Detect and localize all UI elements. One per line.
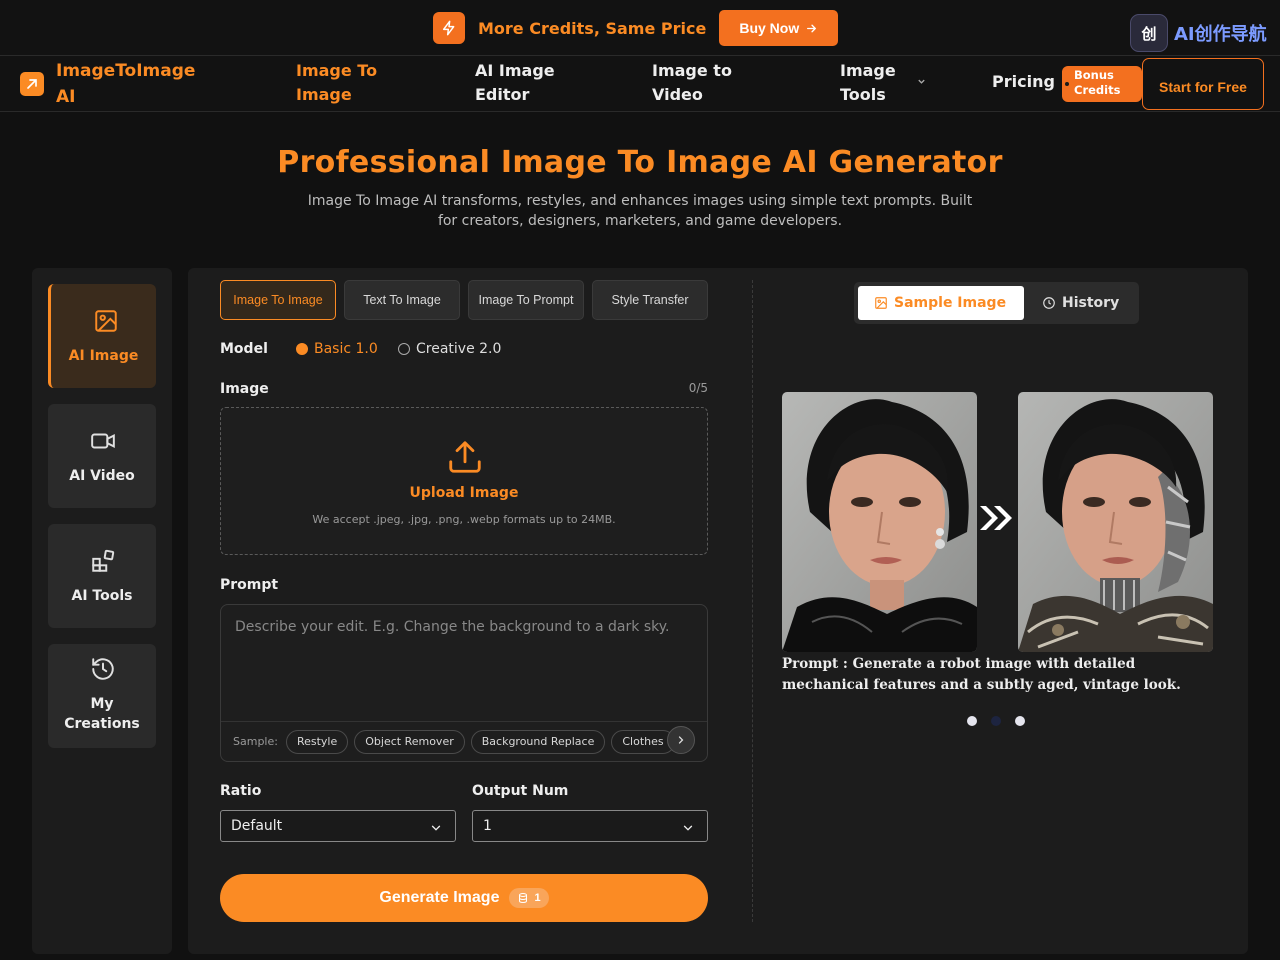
double-chevron-right-icon bbox=[980, 506, 1012, 530]
samples-next-button[interactable] bbox=[667, 726, 695, 754]
partner-logo[interactable]: 创 AI创作导航 bbox=[1130, 14, 1267, 52]
radio-selected-icon bbox=[296, 343, 308, 355]
nav-image-to-image[interactable]: Image To Image bbox=[296, 59, 406, 107]
ratio-select[interactable]: Default bbox=[220, 810, 456, 842]
lightning-icon bbox=[433, 12, 465, 44]
sample-prompt-caption: Prompt : Generate a robot image with det… bbox=[782, 656, 1181, 693]
chevron-right-icon bbox=[678, 736, 684, 744]
sample-chip-restyle[interactable]: Restyle bbox=[285, 729, 349, 754]
brand-icon bbox=[20, 72, 44, 96]
main-nav: ImageToImage AI Image To Image AI Image … bbox=[0, 56, 1280, 112]
sample-chip-background-replace[interactable]: Background Replace bbox=[470, 729, 606, 754]
sidebar-item-ai-tools[interactable]: AI Tools bbox=[48, 524, 156, 628]
sidebar-item-ai-image[interactable]: AI Image bbox=[48, 284, 156, 388]
carousel-pagination bbox=[967, 716, 1025, 726]
preview-toggle: Sample Image History bbox=[854, 282, 1139, 324]
sidebar-item-label: My Creations bbox=[64, 696, 140, 732]
promo-text: More Credits, Same Price bbox=[478, 18, 707, 38]
output-num-label: Output Num bbox=[472, 783, 569, 799]
history-icon bbox=[92, 658, 114, 680]
sidebar-item-label: AI Tools bbox=[71, 588, 133, 604]
tab-text-to-image[interactable]: Text To Image bbox=[344, 280, 460, 320]
page-subtitle: Image To Image AI transforms, restyles, … bbox=[307, 193, 973, 229]
buy-now-button[interactable]: Buy Now bbox=[719, 10, 839, 46]
ratio-value: Default bbox=[231, 818, 283, 834]
output-num-select[interactable]: 1 bbox=[472, 810, 708, 842]
nav-image-tools[interactable]: Image Tools bbox=[840, 59, 910, 107]
brand-logo[interactable]: ImageToImage AI bbox=[20, 56, 216, 112]
tool-sidebar: AI Image AI Video AI Tools My Creations bbox=[32, 268, 172, 954]
image-label: Image bbox=[220, 381, 269, 397]
carousel-dot[interactable] bbox=[1015, 716, 1025, 726]
generate-image-button[interactable]: Generate Image 1 bbox=[220, 874, 708, 922]
sample-image-label: Sample Image bbox=[894, 295, 1007, 311]
carousel-dot[interactable] bbox=[967, 716, 977, 726]
chevron-down-icon bbox=[431, 825, 441, 831]
sample-chip-object-remover[interactable]: Object Remover bbox=[354, 729, 465, 754]
model-option-creative[interactable]: Creative 2.0 bbox=[398, 341, 501, 357]
clock-icon bbox=[1043, 297, 1055, 309]
nav-ai-image-editor[interactable]: AI Image Editor bbox=[475, 59, 585, 107]
ratio-label: Ratio bbox=[220, 783, 262, 799]
model-option-basic[interactable]: Basic 1.0 bbox=[296, 341, 378, 357]
promo-banner: More Credits, Same Price Buy Now 创 AI创作导… bbox=[0, 0, 1280, 56]
sidebar-item-label: AI Video bbox=[69, 468, 135, 484]
image-icon bbox=[875, 297, 887, 309]
upload-dropzone[interactable]: Upload Image We accept .jpeg, .jpg, .png… bbox=[220, 407, 708, 555]
bonus-credits-badge: Bonus Credits bbox=[1062, 66, 1142, 102]
grid-tools-icon bbox=[92, 549, 115, 572]
panel-divider bbox=[752, 280, 753, 922]
arrow-right-icon bbox=[807, 24, 817, 32]
sidebar-item-my-creations[interactable]: My Creations bbox=[48, 644, 156, 748]
sample-before-image bbox=[782, 392, 977, 652]
partner-badge: 创 bbox=[1130, 14, 1168, 52]
start-for-free-button[interactable]: Start for Free bbox=[1142, 58, 1264, 110]
history-tab[interactable]: History bbox=[1026, 286, 1136, 320]
page-title: Professional Image To Image AI Generator bbox=[277, 145, 1003, 180]
image-count: 0/5 bbox=[688, 381, 708, 395]
output-num-value: 1 bbox=[483, 818, 492, 834]
prompt-input[interactable] bbox=[221, 605, 707, 721]
nav-image-to-video[interactable]: Image to Video bbox=[652, 59, 762, 107]
prompt-container: Sample: Restyle Object Remover Backgroun… bbox=[220, 604, 708, 762]
partner-name: AI创作导航 bbox=[1174, 24, 1267, 45]
upload-icon bbox=[449, 441, 481, 473]
sidebar-item-ai-video[interactable]: AI Video bbox=[48, 404, 156, 508]
buy-now-label: Buy Now bbox=[739, 20, 800, 36]
sample-label: Sample: bbox=[233, 735, 278, 748]
image-icon bbox=[95, 310, 117, 332]
credit-cost-badge: 1 bbox=[509, 888, 549, 908]
generator-panel: Image To Image Text To Image Image To Pr… bbox=[188, 268, 1248, 954]
generate-label: Generate Image bbox=[379, 889, 500, 906]
coins-icon bbox=[519, 893, 528, 904]
model-option-label: Basic 1.0 bbox=[314, 341, 378, 357]
upload-formats: We accept .jpeg, .jpg, .png, .webp forma… bbox=[312, 513, 616, 526]
model-option-label: Creative 2.0 bbox=[416, 341, 502, 357]
carousel-dot-active[interactable] bbox=[991, 716, 1001, 726]
sample-image-tab[interactable]: Sample Image bbox=[858, 286, 1024, 320]
tab-image-to-image[interactable]: Image To Image bbox=[220, 280, 336, 320]
sample-prompts: Sample: Restyle Object Remover Backgroun… bbox=[221, 721, 707, 761]
model-label: Model bbox=[220, 341, 268, 357]
sample-after-image bbox=[1018, 392, 1213, 652]
prompt-label: Prompt bbox=[220, 577, 279, 593]
brand-name: ImageToImage AI bbox=[56, 61, 196, 107]
chevron-down-icon[interactable] bbox=[917, 77, 926, 86]
tab-style-transfer[interactable]: Style Transfer bbox=[592, 280, 708, 320]
history-label: History bbox=[1062, 295, 1120, 311]
video-camera-icon bbox=[91, 433, 115, 449]
radio-empty-icon bbox=[398, 343, 410, 355]
promo-content: More Credits, Same Price Buy Now bbox=[433, 10, 839, 46]
upload-title: Upload Image bbox=[409, 485, 519, 501]
tab-image-to-prompt[interactable]: Image To Prompt bbox=[468, 280, 584, 320]
nav-pricing[interactable]: Pricing bbox=[992, 72, 1055, 91]
credit-cost: 1 bbox=[534, 892, 541, 904]
chevron-down-icon bbox=[683, 825, 693, 831]
sample-chip-clothes[interactable]: Clothes bbox=[611, 729, 675, 754]
sidebar-item-label: AI Image bbox=[68, 348, 139, 364]
